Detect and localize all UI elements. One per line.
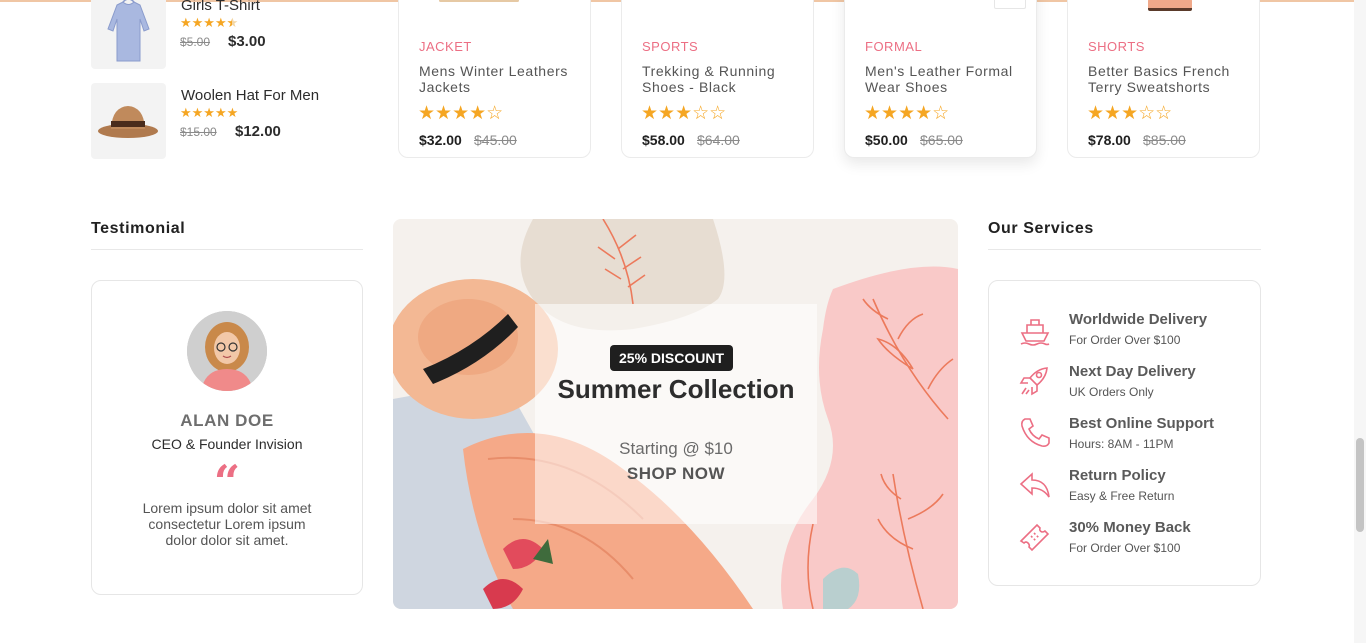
rating-stars: ★★★★☆	[864, 103, 950, 124]
divider	[91, 249, 363, 250]
testimonial-heading: Testimonial	[91, 220, 186, 237]
rating-stars: ★★★☆☆	[641, 103, 727, 124]
testimonial-name: ALAN DOE	[180, 411, 274, 430]
service-subtitle: For Order Over $100	[1069, 333, 1181, 347]
services-card: Worldwide Delivery For Order Over $100 N…	[988, 280, 1261, 586]
price: $58.00	[642, 132, 685, 148]
old-price: $5.00	[180, 35, 211, 49]
service-item: 30% Money Back For Order Over $100	[1017, 519, 1247, 563]
vertical-scrollbar[interactable]	[1354, 0, 1366, 643]
rating-stars: ★★★★★	[180, 105, 239, 120]
hat-thumbnail[interactable]	[91, 83, 166, 159]
service-item: Next Day Delivery UK Orders Only	[1017, 363, 1247, 407]
product-category[interactable]: SPORTS	[642, 39, 698, 54]
product-image-edge	[1148, 0, 1192, 11]
sweater-thumbnail[interactable]	[91, 0, 166, 69]
product-card[interactable]: FORMAL Men's Leather Formal Wear Shoes ★…	[844, 0, 1037, 158]
scrollbar-thumb[interactable]	[1356, 438, 1364, 532]
avatar	[187, 311, 267, 391]
discount-badge: 25% DISCOUNT	[610, 345, 734, 371]
mini-product-item[interactable]: Girls T-Shirt ★★★★★★ $5.00 $3.00	[91, 0, 381, 69]
mini-product-name[interactable]: Woolen Hat For Men	[181, 87, 319, 104]
phone-icon	[1021, 418, 1050, 447]
testimonial-role: CEO & Founder Invision	[151, 436, 303, 452]
service-title: 30% Money Back	[1069, 519, 1191, 536]
banner-subtitle: Starting @ $10	[619, 439, 733, 458]
service-subtitle: UK Orders Only	[1069, 385, 1154, 399]
rating-stars: ★★★★★★	[180, 15, 239, 30]
price: $12.00	[235, 123, 281, 140]
old-price: $65.00	[920, 132, 963, 148]
old-price: $64.00	[697, 132, 740, 148]
testimonial-text: Lorem ipsum dolor sit amet consectetur L…	[142, 500, 312, 548]
price: $3.00	[228, 33, 266, 50]
old-price: $45.00	[474, 132, 517, 148]
product-card[interactable]: JACKET Mens Winter Leathers Jackets ★★★★…	[398, 0, 591, 158]
price: $78.00	[1088, 132, 1131, 148]
divider	[988, 249, 1261, 250]
product-image-edge	[439, 0, 519, 2]
product-title[interactable]: Trekking & Running Shoes - Black	[642, 63, 812, 95]
service-item: Best Online Support Hours: 8AM - 11PM	[1017, 415, 1247, 459]
ship-icon	[1020, 319, 1050, 346]
quote-icon: “	[213, 455, 241, 509]
banner-title: Summer Collection	[557, 374, 795, 404]
product-title[interactable]: Better Basics French Terry Sweatshorts	[1088, 63, 1258, 95]
ticket-icon	[1019, 523, 1050, 552]
rocket-icon	[1019, 367, 1048, 396]
product-category[interactable]: JACKET	[419, 39, 472, 54]
old-price: $15.00	[180, 125, 217, 139]
service-subtitle: Easy & Free Return	[1069, 489, 1175, 503]
old-price: $85.00	[1143, 132, 1186, 148]
product-title[interactable]: Mens Winter Leathers Jackets	[419, 63, 589, 95]
services-heading: Our Services	[988, 220, 1094, 237]
service-title: Best Online Support	[1069, 415, 1215, 432]
service-title: Return Policy	[1069, 467, 1166, 484]
card-action-button[interactable]	[994, 0, 1026, 9]
service-title: Next Day Delivery	[1069, 363, 1196, 380]
price: $50.00	[865, 132, 908, 148]
rating-stars: ★★★☆☆	[1087, 103, 1173, 124]
summer-collection-banner[interactable]: 25% DISCOUNT Summer Collection Starting …	[393, 219, 958, 609]
service-subtitle: For Order Over $100	[1069, 541, 1181, 555]
service-subtitle: Hours: 8AM - 11PM	[1069, 437, 1174, 451]
banner-content: 25% DISCOUNT Summer Collection Starting …	[535, 304, 817, 524]
return-arrow-icon	[1019, 472, 1050, 498]
testimonial-card: ALAN DOE CEO & Founder Invision “ Lorem …	[91, 280, 363, 595]
mini-product-item[interactable]: Woolen Hat For Men ★★★★★ $15.00 $12.00	[91, 83, 381, 159]
service-item: Return Policy Easy & Free Return	[1017, 467, 1247, 511]
service-item: Worldwide Delivery For Order Over $100	[1017, 311, 1247, 355]
product-category[interactable]: FORMAL	[865, 39, 922, 54]
price: $32.00	[419, 132, 462, 148]
product-card[interactable]: SPORTS Trekking & Running Shoes - Black …	[621, 0, 814, 158]
shop-now-button[interactable]: SHOP NOW	[535, 464, 817, 484]
service-title: Worldwide Delivery	[1069, 311, 1208, 328]
rating-stars: ★★★★☆	[418, 103, 504, 124]
mini-product-name[interactable]: Girls T-Shirt	[181, 0, 260, 14]
product-title[interactable]: Men's Leather Formal Wear Shoes	[865, 63, 1035, 95]
product-card[interactable]: SHORTS Better Basics French Terry Sweats…	[1067, 0, 1260, 158]
product-category[interactable]: SHORTS	[1088, 39, 1145, 54]
